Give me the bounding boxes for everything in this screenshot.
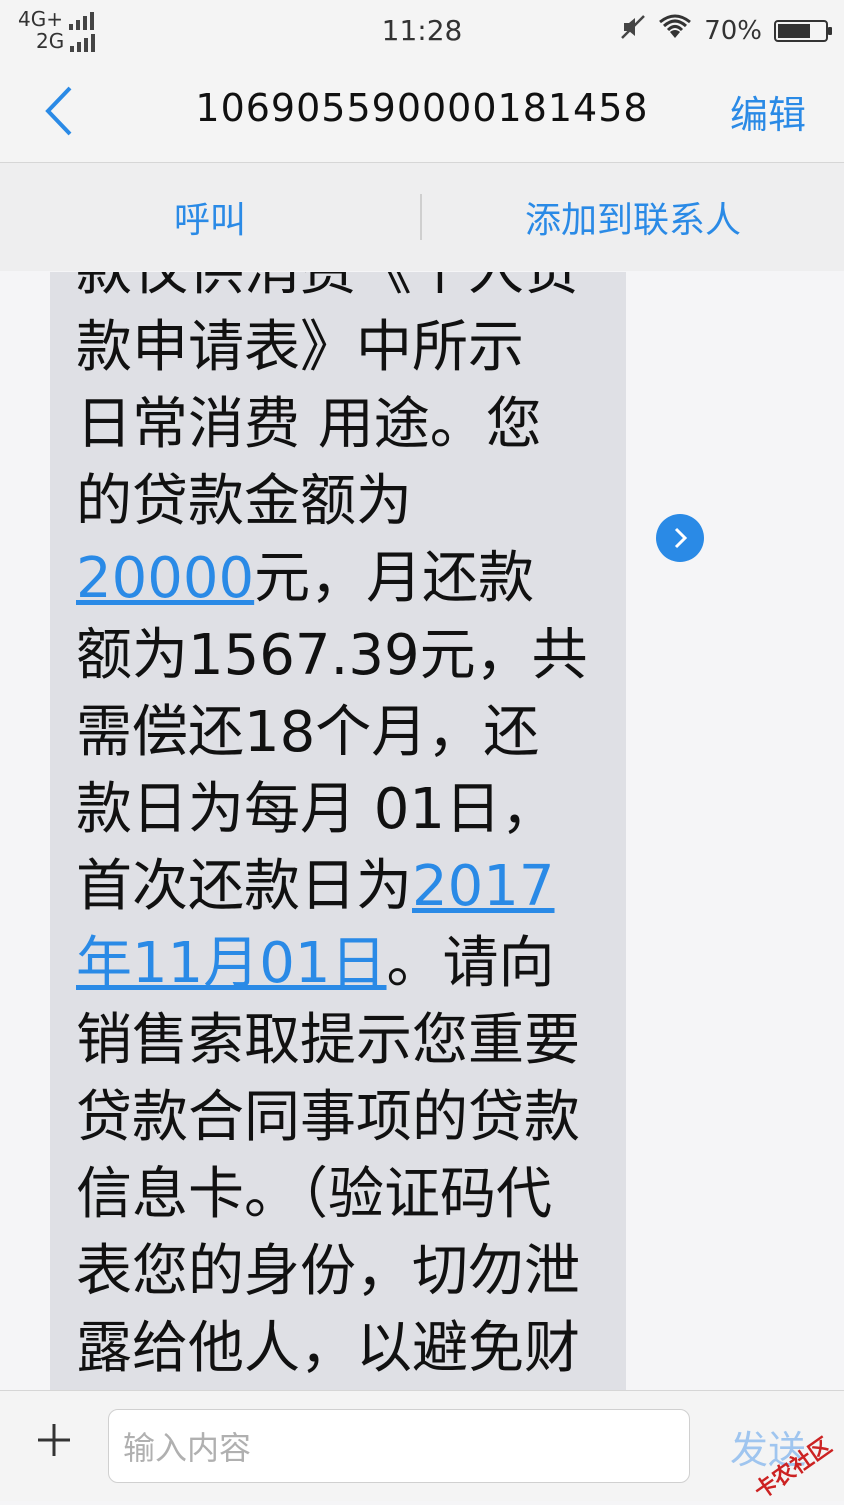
composer-bar: 输入内容 发送 卡农社区 — [0, 1390, 844, 1505]
message-input[interactable]: 输入内容 — [108, 1409, 690, 1483]
call-button[interactable]: 呼叫 — [0, 191, 420, 243]
conversation-header: 106905590000181458 编辑 — [0, 62, 844, 163]
battery-icon — [774, 19, 832, 42]
message-details-button[interactable] — [656, 514, 704, 562]
page-title: 106905590000181458 — [195, 86, 649, 130]
battery-fill — [778, 23, 811, 38]
message-text-part: 。请向 销售索取提示您重要 贷款合同事项的贷款 信息卡。（验证码代 表您的身份，… — [76, 931, 580, 1381]
battery-percent: 70% — [704, 15, 762, 46]
chevron-right-icon — [674, 527, 688, 549]
message-list[interactable]: 款仅供消费《个人贷 款申请表》中所示 日常消费 用途。您 的贷款金额为 2000… — [0, 272, 844, 1390]
mute-icon — [620, 14, 646, 47]
contact-actions-bar: 呼叫 添加到联系人 — [0, 163, 844, 271]
edit-button[interactable]: 编辑 — [730, 84, 806, 139]
message-text-part: 款仅供消费《个人贷 款申请表》中所示 日常消费 用途。您 的贷款金额为 — [76, 272, 580, 534]
status-right: 70% — [620, 14, 832, 47]
message-text: 款仅供消费《个人贷 款申请表》中所示 日常消费 用途。您 的贷款金额为 2000… — [76, 272, 616, 1387]
plus-icon[interactable] — [32, 1413, 76, 1473]
add-contact-button[interactable]: 添加到联系人 — [422, 191, 844, 243]
amount-link[interactable]: 20000 — [76, 546, 254, 611]
status-bar: 4G+ 2G 11:28 70% — [0, 0, 844, 62]
wifi-icon — [658, 14, 692, 47]
